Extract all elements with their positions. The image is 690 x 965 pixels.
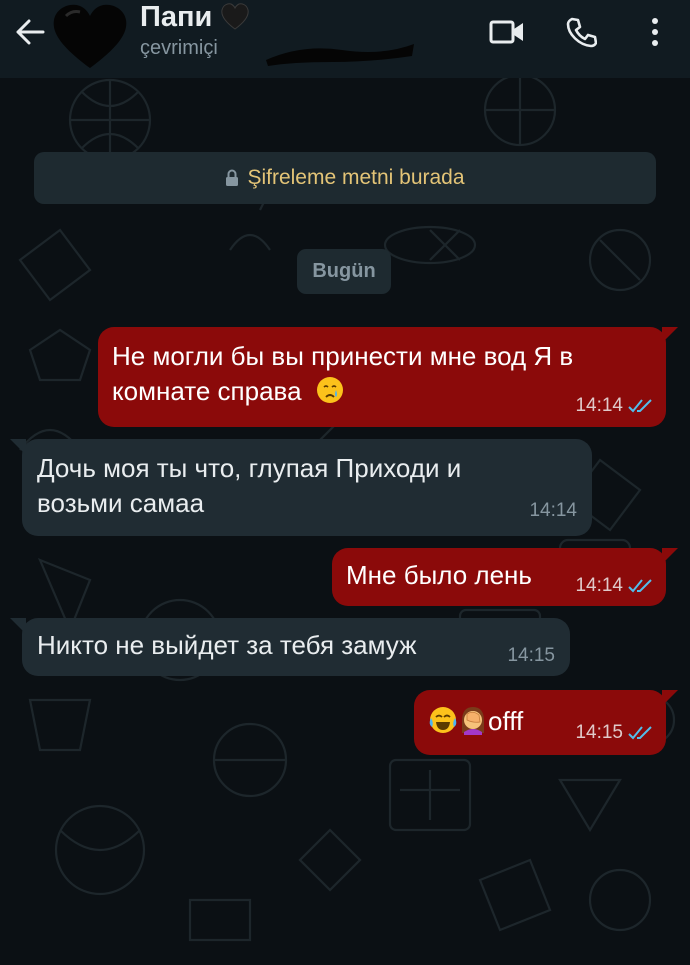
encryption-text: Şifreleme metni burada xyxy=(247,166,465,189)
encryption-notice[interactable]: Şifreleme metni burada xyxy=(34,152,656,204)
video-call-icon[interactable] xyxy=(486,12,528,52)
redaction-mark xyxy=(262,38,417,68)
message-text-line: Не могли бы вы принести мне вод Я в xyxy=(112,341,574,371)
message-text-line: возьми самаа xyxy=(37,488,205,518)
back-arrow-icon[interactable] xyxy=(10,12,50,52)
chat-header: Папи çevrimiçi xyxy=(0,0,690,78)
voice-call-icon[interactable] xyxy=(560,12,602,52)
face-with-tears-of-joy-icon xyxy=(429,707,457,733)
contact-name[interactable]: Папи xyxy=(140,0,212,34)
message-bubble-outgoing[interactable]: Не могли бы вы принести мне вод Я в комн… xyxy=(98,327,678,427)
message-text-line: Мне было лень xyxy=(346,560,532,590)
contact-status: çevrimiçi xyxy=(140,37,218,59)
date-divider: Bugün xyxy=(297,249,391,294)
read-ticks-icon xyxy=(628,579,652,593)
read-ticks-icon xyxy=(628,399,652,413)
message-text-line: Дочь моя ты что, глупая Приходи и xyxy=(37,453,462,483)
contact-avatar[interactable] xyxy=(50,2,130,74)
message-bubble-incoming[interactable]: Никто не выйдет за тебя замуж 14:15 xyxy=(10,618,570,676)
message-time: 14:14 xyxy=(575,395,623,416)
read-ticks-icon xyxy=(628,726,652,740)
lock-icon xyxy=(226,169,239,186)
crying-face-icon xyxy=(316,377,343,403)
message-time: 14:14 xyxy=(529,500,577,521)
message-time: 14:15 xyxy=(507,645,555,666)
date-label: Bugün xyxy=(312,260,376,282)
message-bubble-outgoing[interactable]: offf 14:15 xyxy=(414,690,678,755)
message-bubble-outgoing[interactable]: Мне было лень 14:14 xyxy=(332,548,678,606)
person-facepalming-icon xyxy=(462,707,484,735)
message-bubble-incoming[interactable]: Дочь моя ты что, глупая Приходи и возьми… xyxy=(10,439,592,536)
message-text-line: Никто не выйдет за тебя замуж xyxy=(37,630,417,660)
message-text-line: комнате справа xyxy=(112,376,302,406)
message-time: 14:14 xyxy=(575,575,623,596)
message-text-line: offf xyxy=(488,706,524,736)
more-options-icon[interactable] xyxy=(634,12,676,52)
message-time: 14:15 xyxy=(575,722,623,743)
black-heart-icon xyxy=(221,3,250,30)
